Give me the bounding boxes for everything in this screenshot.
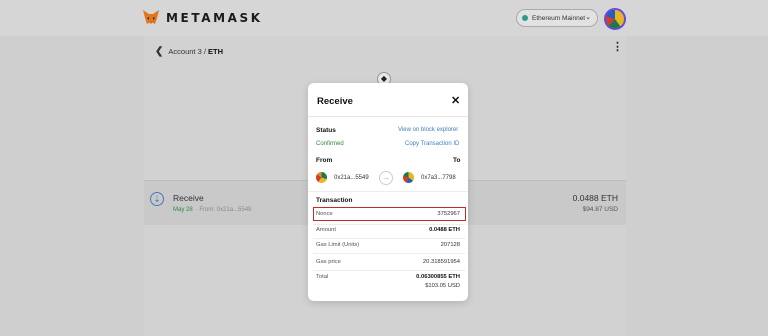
close-icon[interactable]: ✕ (451, 94, 460, 107)
status-label: Status (316, 127, 336, 134)
chevron-down-icon: ⌄ (585, 14, 591, 21)
status-value: Confirmed (316, 141, 344, 147)
receive-icon: ⇣ (150, 192, 164, 206)
row-divider (313, 270, 465, 271)
view-on-explorer-link[interactable]: View on block explorer (398, 127, 458, 133)
network-label: Ethereum Mainnet (532, 14, 586, 22)
arrow-right-icon: → (379, 171, 393, 185)
row-divider (313, 253, 465, 254)
gas-price-label: Gas price (316, 259, 341, 265)
activity-usd: $94.87 USD (582, 206, 618, 213)
modal-divider (308, 191, 468, 192)
metamask-fox-icon[interactable] (142, 9, 160, 25)
activity-amount: 0.0488 ETH (572, 193, 618, 203)
breadcrumb[interactable]: ❮ Account 3 / ETH (155, 46, 223, 57)
to-label: To (453, 157, 461, 164)
from-address[interactable]: 0x21a...5549 (334, 175, 369, 181)
account-avatar[interactable] (604, 8, 626, 30)
row-divider (313, 224, 465, 225)
brand-wordmark: METAMASK (166, 11, 263, 25)
breadcrumb-account: Account 3 / (168, 47, 208, 56)
network-selector[interactable]: Ethereum Mainnet ⌄ (516, 9, 598, 27)
to-address[interactable]: 0x7a3...7798 (421, 175, 456, 181)
modal-title: Receive (317, 96, 353, 107)
copy-transaction-id-link[interactable]: Copy Transaction ID (405, 141, 459, 147)
to-avatar (403, 172, 414, 183)
total-label: Total (316, 274, 329, 280)
row-divider (313, 238, 465, 239)
total-value: 0.06300855 ETH (416, 274, 460, 280)
activity-date: May 28 (173, 207, 193, 213)
activity-title: Receive (173, 193, 204, 203)
from-avatar (316, 172, 327, 183)
gas-limit-value: 207128 (440, 242, 460, 248)
modal-divider (308, 116, 468, 117)
gas-price-value: 20.318591954 (422, 259, 460, 265)
from-label: From (316, 157, 333, 164)
top-bar (0, 0, 768, 36)
nonce-highlight-box (313, 207, 466, 221)
back-arrow-icon[interactable]: ❮ (155, 46, 163, 57)
network-status-icon (522, 15, 528, 21)
activity-subtitle: May 28 · From: 0x21a...5549 (173, 207, 251, 213)
amount-value: 0.0488 ETH (429, 227, 460, 233)
gas-limit-label: Gas Limit (Units) (316, 242, 360, 248)
activity-from: · From: 0x21a...5549 (195, 207, 252, 213)
total-usd-value: $103.05 USD (425, 283, 460, 289)
transaction-label: Transaction (316, 197, 353, 204)
amount-label: Amount (316, 227, 336, 233)
more-options-icon[interactable]: ⋮ (612, 42, 623, 53)
breadcrumb-asset: ETH (208, 47, 223, 56)
